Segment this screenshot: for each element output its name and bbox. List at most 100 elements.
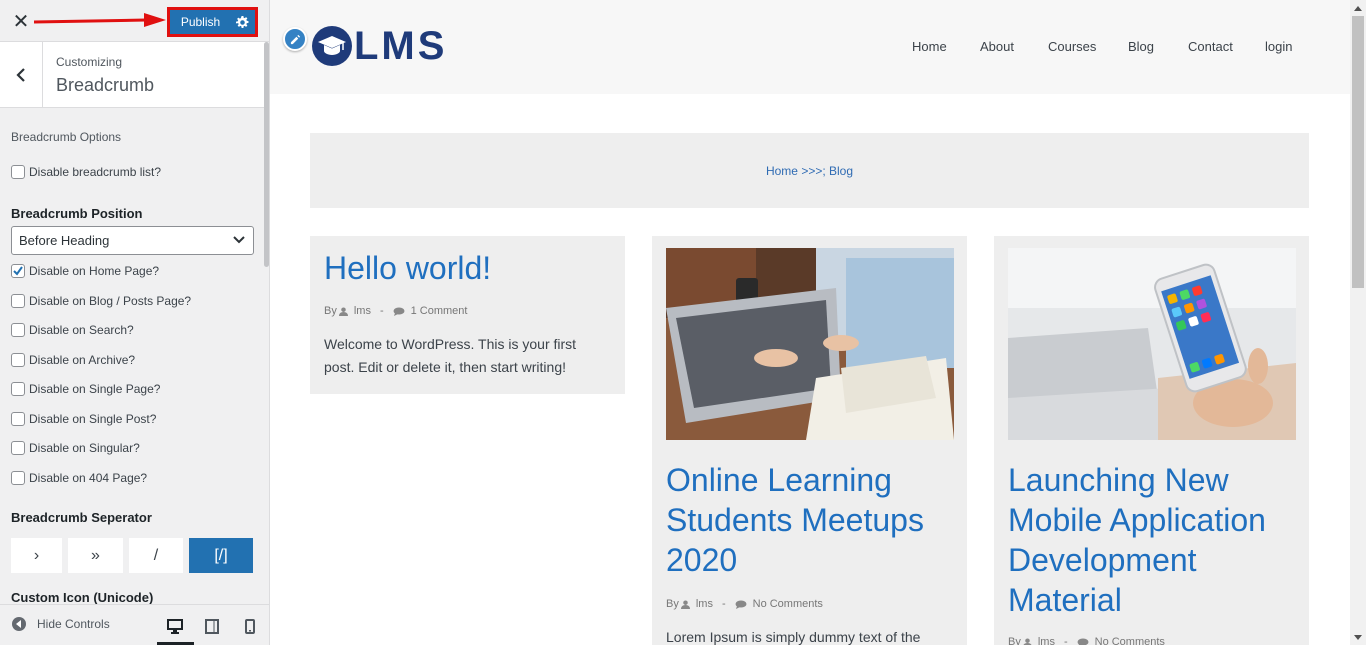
customizer-footer: Hide Controls [0,604,269,645]
post-card: Hello world! By lms - 1 Comment Welcome … [310,236,625,394]
meta-comments[interactable]: 1 Comment [411,305,468,317]
checkbox-box[interactable] [11,294,25,308]
graduation-cap-icon [312,26,352,66]
disable-page-checkbox[interactable]: Disable on Blog / Posts Page? [11,294,191,308]
separator-options: › » / [/] [11,538,254,573]
user-icon [680,599,690,609]
meta-author[interactable]: lms [1038,636,1055,645]
separator-label: Breadcrumb Seperator [11,510,152,525]
breadcrumb: Home >>>; Blog [310,133,1309,208]
nav-about[interactable]: About [980,39,1014,54]
checkbox-label: Disable on Archive? [29,353,136,367]
gear-icon[interactable] [229,15,255,29]
back-chevron-icon[interactable] [0,42,43,108]
checkbox-label: Disable on Home Page? [29,264,160,278]
checkbox-label: Disable on Single Post? [29,412,157,426]
scroll-down-icon[interactable] [1353,632,1363,642]
section-title: Breadcrumb [56,75,155,95]
preview-scrollbar-thumb[interactable] [1352,16,1364,288]
checkbox-box[interactable] [11,165,25,179]
post-meta: By lms - No Comments [1008,636,1165,645]
checkmark-icon[interactable] [11,264,25,278]
post-thumbnail-phone[interactable] [1008,248,1296,440]
collapse-arrow-icon [12,617,26,631]
site-logo[interactable]: LMS [354,24,447,68]
pencil-icon[interactable] [283,27,307,51]
meta-comments[interactable]: No Comments [753,598,823,610]
checkbox-label: Disable on Single Page? [29,382,161,396]
section-header: Customizing Breadcrumb [0,42,266,108]
publish-button[interactable]: Publish [170,15,229,29]
meta-author[interactable]: lms [696,598,713,610]
checkbox-box[interactable] [11,382,25,396]
checkbox-box[interactable] [11,441,25,455]
breadcrumb-text[interactable]: Home >>>; Blog [766,164,853,178]
nav-login[interactable]: login [1265,39,1292,54]
post-excerpt: Lorem Ipsum is simply dummy text of the [666,629,921,645]
arrow-annotation-icon [34,13,166,27]
publish-highlight: Publish [167,7,258,37]
meta-by: By [666,598,679,610]
meta-by: By [324,305,337,317]
disable-page-checkbox[interactable]: Disable on Search? [11,323,134,337]
post-title[interactable]: Hello world! [324,248,491,288]
hide-controls-button[interactable]: Hide Controls [12,617,110,631]
separator-option-double[interactable]: » [68,538,123,573]
chevron-down-icon [233,236,245,244]
comment-icon [1077,638,1089,645]
disable-list-checkbox[interactable]: Disable breadcrumb list? [11,165,161,179]
separator-option-bracket-slash[interactable]: [/] [189,538,253,573]
disable-page-checkbox[interactable]: Disable on 404 Page? [11,471,147,485]
position-select[interactable]: Before Heading [11,226,254,255]
post-card: Online Learning Students Meetups 2020 By… [652,236,967,645]
user-icon [338,306,348,316]
desktop-preview-icon[interactable] [164,615,186,637]
nav-contact[interactable]: Contact [1188,39,1233,54]
hide-controls-label: Hide Controls [37,617,110,631]
post-card: Launching New Mobile Application Develop… [994,236,1309,645]
customizer-topbar: ✕ Publish [0,0,269,42]
comment-icon [393,307,405,316]
checkbox-box[interactable] [11,323,25,337]
customizing-label: Customizing [56,55,123,69]
checkbox-box[interactable] [11,353,25,367]
scroll-up-icon[interactable] [1353,3,1363,13]
customizer-sidebar: ✕ Publish Customizing Breadcrumb Breadcr… [0,0,270,645]
user-icon [1023,637,1032,645]
checkbox-box[interactable] [11,412,25,426]
nav-blog[interactable]: Blog [1128,39,1154,54]
custom-icon-label: Custom Icon (Unicode) [11,590,154,605]
post-meta: By lms - 1 Comment [324,305,468,317]
checkbox-label: Disable on Search? [29,323,134,337]
position-select-value: Before Heading [19,233,110,248]
meta-author[interactable]: lms [354,305,371,317]
meta-by: By [1008,636,1021,645]
sidebar-scrollbar[interactable] [264,42,269,267]
post-meta: By lms - No Comments [666,598,823,610]
checkbox-label: Disable breadcrumb list? [29,165,162,179]
post-title[interactable]: Online Learning Students Meetups 2020 [666,460,924,580]
disable-page-checkbox[interactable]: Disable on Singular? [11,441,140,455]
checkbox-box[interactable] [11,471,25,485]
disable-page-checkbox[interactable]: Disable on Archive? [11,353,135,367]
nav-home[interactable]: Home [912,39,947,54]
meta-comments[interactable]: No Comments [1095,636,1165,645]
disable-page-checkbox[interactable]: Disable on Single Post? [11,412,156,426]
comment-icon [735,600,747,609]
options-label: Breadcrumb Options [11,130,122,144]
site-preview: LMS Home About Courses Blog Contact logi… [270,0,1366,645]
post-thumbnail-laptop[interactable] [666,248,954,440]
disable-page-checkbox[interactable]: Disable on Home Page? [11,264,159,278]
nav-courses[interactable]: Courses [1048,39,1096,54]
post-excerpt: Welcome to WordPress. This is your first… [324,336,577,375]
checkbox-label: Disable on Singular? [29,441,140,455]
post-title[interactable]: Launching New Mobile Application Develop… [1008,460,1266,620]
separator-option-single[interactable]: › [11,538,62,573]
mobile-preview-icon[interactable] [239,615,261,637]
checkbox-label: Disable on Blog / Posts Page? [29,294,192,308]
position-label: Breadcrumb Position [11,206,143,221]
disable-page-checkbox[interactable]: Disable on Single Page? [11,382,160,396]
separator-option-slash[interactable]: / [129,538,183,573]
checkbox-label: Disable on 404 Page? [29,471,148,485]
tablet-preview-icon[interactable] [201,615,223,637]
